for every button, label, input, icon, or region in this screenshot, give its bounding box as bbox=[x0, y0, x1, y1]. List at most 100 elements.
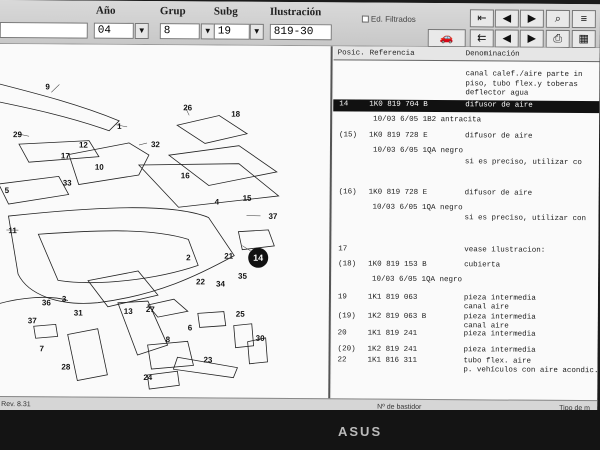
table-row[interactable]: 20 1K1 819 241 pieza intermedia bbox=[332, 328, 598, 342]
row-denomination: difusor de aire bbox=[465, 132, 533, 141]
row-denomination: pieza intermedia bbox=[463, 346, 536, 355]
callout-label[interactable]: 6 bbox=[188, 323, 193, 332]
row-reference: 1K0 819 704 B bbox=[369, 100, 428, 109]
row-position: 20 bbox=[337, 329, 347, 338]
row-denomination: canal aire bbox=[463, 303, 509, 312]
row-position: 17 bbox=[338, 245, 348, 254]
row-reference: 1K0 819 153 B bbox=[368, 260, 427, 269]
grup-dropdown-button[interactable]: ▼ bbox=[200, 23, 215, 40]
callout-label[interactable]: 2 bbox=[186, 253, 191, 262]
ano-dropdown-button[interactable]: ▼ bbox=[134, 22, 149, 40]
callout-label[interactable]: 34 bbox=[216, 280, 225, 289]
upper-duct-part bbox=[0, 83, 120, 132]
callout-label[interactable]: 5 bbox=[5, 186, 10, 195]
grid-icon[interactable]: ▦ bbox=[571, 29, 596, 49]
callout-label[interactable]: 27 bbox=[146, 305, 155, 314]
next-button[interactable]: ▶ bbox=[519, 29, 544, 48]
callout-label[interactable]: 16 bbox=[181, 171, 190, 180]
table-row[interactable]: (16) 1K0 819 728 E difusor de aire bbox=[333, 187, 599, 201]
row-denomination: si es preciso, utilizar con bbox=[464, 214, 587, 224]
callout-highlighted[interactable]: 14 bbox=[248, 247, 269, 268]
table-row-selected[interactable]: 14 1K0 819 704 B difusor de aire bbox=[333, 99, 600, 114]
subg-dropdown-button[interactable]: ▼ bbox=[249, 23, 264, 40]
callout-label[interactable]: 29 bbox=[13, 130, 22, 139]
callout-label[interactable]: 18 bbox=[231, 110, 240, 119]
prev-group-button[interactable]: ⇇ bbox=[469, 29, 494, 48]
callout-label[interactable]: 26 bbox=[183, 103, 192, 112]
callout-label[interactable]: 3 bbox=[62, 294, 67, 303]
table-row[interactable]: (18) 1K0 819 153 B cubierta bbox=[332, 259, 598, 273]
list-icon[interactable]: ≡ bbox=[571, 9, 596, 29]
row-position: (18) bbox=[338, 260, 357, 269]
column-header-reference[interactable]: Referencia bbox=[370, 50, 415, 58]
callout-label[interactable]: 17 bbox=[61, 151, 70, 160]
filtered-checkbox[interactable]: Ed. Filtrados bbox=[361, 15, 416, 24]
table-row[interactable]: 17 vease ilustracion: bbox=[332, 244, 598, 258]
column-header-denomination[interactable]: Denominación bbox=[466, 50, 520, 58]
row-denomination: deflector agua bbox=[465, 89, 529, 98]
row-position: 14 bbox=[339, 100, 349, 109]
grup-label: Grup bbox=[159, 5, 186, 18]
callout-label[interactable]: 9 bbox=[45, 82, 50, 91]
zoom-icon[interactable]: ⌕ bbox=[545, 9, 570, 28]
table-row[interactable]: si es preciso, utilizar co bbox=[333, 156, 599, 170]
print-icon[interactable]: ⎙ bbox=[545, 29, 570, 48]
callout-label[interactable]: 37 bbox=[28, 316, 37, 325]
callout-label[interactable]: 10 bbox=[95, 163, 104, 172]
row-position: (19) bbox=[337, 312, 356, 321]
toolbar: Año 04 ▼ Grup 8 ▼ Subg 19 ▼ Ilustración … bbox=[0, 0, 600, 49]
callout-label[interactable]: 4 bbox=[215, 198, 220, 207]
callout-label[interactable]: 30 bbox=[256, 334, 265, 343]
application-window: Año 04 ▼ Grup 8 ▼ Subg 19 ▼ Ilustración … bbox=[0, 0, 600, 417]
row-reference: 1K2 819 241 bbox=[367, 345, 418, 354]
subg-field[interactable]: 19 bbox=[213, 23, 250, 40]
column-header-position[interactable]: Posic. bbox=[338, 49, 365, 57]
table-row[interactable]: 10/03 6/05 1B2 antracita bbox=[333, 114, 599, 128]
ano-field[interactable]: 04 bbox=[93, 22, 134, 39]
callout-label[interactable]: 24 bbox=[143, 373, 152, 382]
callout-label[interactable]: 8 bbox=[166, 335, 171, 344]
row-denomination: difusor de aire bbox=[464, 189, 533, 198]
callout-label[interactable]: 35 bbox=[238, 272, 247, 281]
row-denomination: difusor de aire bbox=[465, 101, 533, 110]
row-reference: 10/03 6/05 1B2 antracita bbox=[373, 115, 482, 125]
subg-label: Subg bbox=[213, 5, 238, 18]
table-row[interactable]: p. vehículos con aire acondic. bbox=[331, 364, 598, 378]
callout-label[interactable]: 28 bbox=[61, 362, 70, 371]
row-reference: 1K0 819 728 E bbox=[369, 131, 428, 140]
exploded-view-drawing bbox=[0, 83, 280, 390]
callout-label[interactable]: 25 bbox=[236, 310, 245, 319]
callout-label[interactable]: 31 bbox=[74, 309, 83, 318]
callout-label[interactable]: 15 bbox=[243, 194, 252, 203]
parts-diagram[interactable]: 14 9 1 26 18 29 12 32 17 10 16 15 33 5 4… bbox=[0, 43, 333, 405]
row-position: 19 bbox=[337, 293, 347, 302]
prev-page-button[interactable]: ◀ bbox=[494, 9, 519, 28]
first-page-button[interactable]: ⇤ bbox=[469, 9, 494, 28]
callout-label[interactable]: 7 bbox=[40, 344, 45, 353]
callout-label[interactable]: 22 bbox=[196, 277, 205, 286]
row-denomination: vease ilustracion: bbox=[464, 246, 546, 255]
table-row[interactable]: (15) 1K0 819 728 E difusor de aire bbox=[333, 130, 599, 144]
callout-label[interactable]: 21 bbox=[224, 252, 233, 261]
next-page-button[interactable]: ▶ bbox=[519, 9, 544, 28]
callout-label[interactable]: 23 bbox=[203, 355, 212, 364]
table-row[interactable]: 10/03 6/05 1QA negro bbox=[332, 274, 598, 288]
callout-label[interactable]: 1 bbox=[117, 122, 122, 131]
row-denomination: pieza intermedia bbox=[463, 330, 536, 339]
callout-label[interactable]: 32 bbox=[151, 140, 160, 149]
callout-label[interactable]: 33 bbox=[63, 178, 72, 187]
status-version: Rev. 8.31 bbox=[1, 401, 31, 409]
illustration-field[interactable]: 819-30 bbox=[269, 23, 332, 41]
search-field[interactable] bbox=[0, 21, 88, 39]
callout-label[interactable]: 12 bbox=[79, 141, 88, 150]
callout-label[interactable]: 37 bbox=[268, 212, 277, 221]
grup-field[interactable]: 8 bbox=[159, 23, 200, 40]
car-icon[interactable]: 🚗 bbox=[427, 28, 466, 48]
row-reference: 1K1 819 241 bbox=[367, 329, 418, 338]
callout-label[interactable]: 11 bbox=[8, 226, 17, 235]
prev-button[interactable]: ◀ bbox=[494, 29, 519, 48]
callout-label[interactable]: 13 bbox=[124, 307, 133, 316]
monitor-bezel bbox=[0, 410, 600, 450]
table-row[interactable]: si es preciso, utilizar con bbox=[332, 212, 598, 226]
callout-label[interactable]: 36 bbox=[42, 298, 51, 307]
